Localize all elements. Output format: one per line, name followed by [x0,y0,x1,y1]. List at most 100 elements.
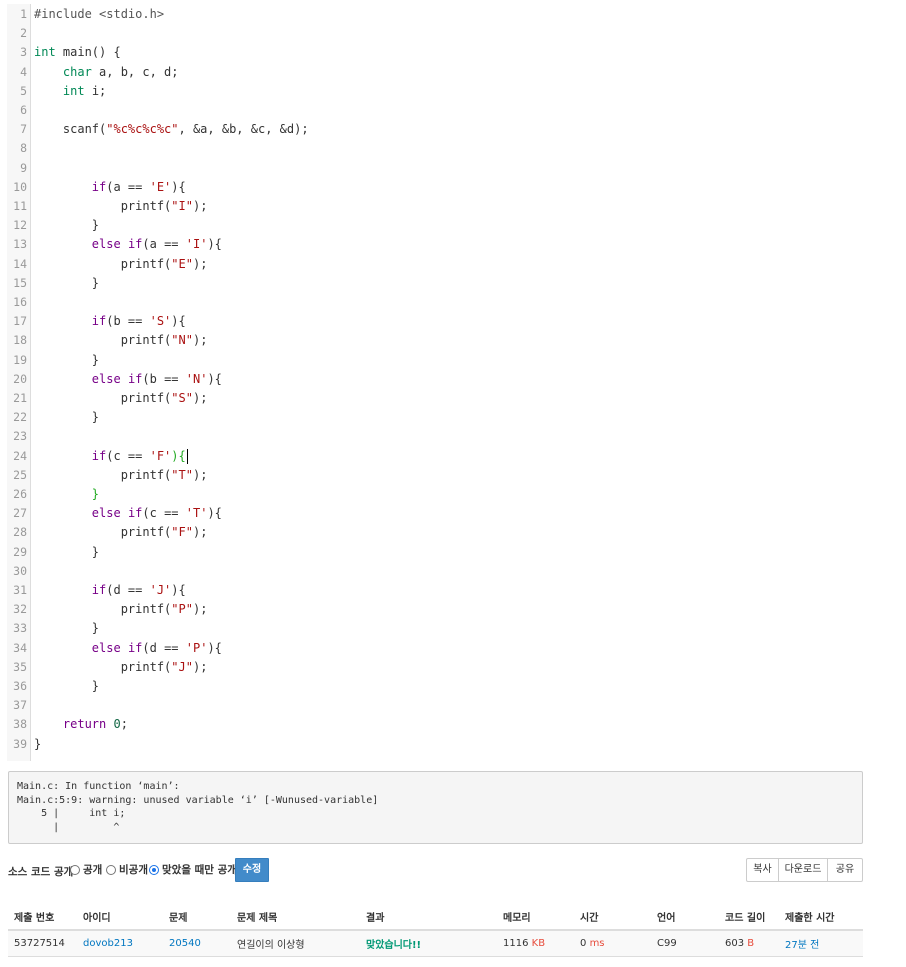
cell-problem-id[interactable]: 20540 [163,930,231,957]
visibility-option-public[interactable]: 공개 [70,862,102,877]
code-editor[interactable]: 1 #include <stdio.h> 2 3 int main() {4 char … [7,4,863,761]
line-number: 8 [20,141,27,156]
line-number: 31 [13,583,27,597]
line-code: printf("E"); [34,256,208,271]
code-line: 13 else if(a == 'I'){ [7,235,863,254]
cell-time: 0 ms [574,930,651,957]
radio-public[interactable] [70,864,80,875]
cell-problem-title: 연길이의 이상형 [231,930,360,957]
edit-visibility-button[interactable]: 수정 [235,858,269,882]
code-line: 18 printf("N"); [7,331,863,350]
header-language: 언어 [651,903,719,931]
code-line: 28 printf("F"); [7,523,863,542]
download-button[interactable]: 다운로드 [778,858,828,882]
code-line: 39} [7,735,863,754]
header-memory: 메모리 [497,903,574,931]
user-id-link[interactable]: dovob213 [83,938,133,949]
line-number: 36 [13,679,27,693]
line-code: } [34,352,100,367]
line-code: printf("N"); [34,333,208,348]
header-time: 시간 [574,903,651,931]
code-line: 4 char a, b, c, d; [7,63,863,82]
cell-user-id[interactable]: dovob213 [77,930,163,957]
code-line: 21 printf("S"); [7,389,863,408]
code-line: 29 } [7,543,863,562]
visibility-option-private[interactable]: 비공개 [106,862,148,877]
line-code: printf("P"); [34,602,208,617]
line-code: } [34,544,100,559]
line-code: char a, b, c, d; [62,64,179,79]
code-line: 36 } [7,677,863,696]
line-number: 3 [20,45,27,60]
line-number: 26 [13,487,27,501]
line-number: 12 [13,218,27,233]
header-problem-title: 문제 제목 [231,903,360,931]
code-line: 8 [7,139,863,158]
code-line: 35 printf("J"); [7,658,863,677]
line-number: 25 [13,467,27,482]
code-line: 5 int i; [7,82,863,101]
cell-code-length: 603 B [719,930,779,957]
copy-button[interactable]: 복사 [746,858,779,882]
submitted-time-link[interactable]: 27분 전 [785,940,819,951]
line-code: else if(d == 'P'){ [91,640,222,655]
line-number: 20 [13,371,27,386]
line-code: } [34,736,42,751]
cell-result: 맞았습니다!! [360,930,497,957]
radio-accepted-only[interactable] [149,864,159,875]
line-code: printf("S"); [34,391,208,405]
line-number: 18 [13,333,27,348]
code-line: 1 #include <stdio.h> [7,5,863,24]
line-number: 6 [20,103,27,117]
share-button[interactable]: 공유 [827,858,863,882]
line-code: int main() { [34,45,121,60]
line-code: if(d == 'J'){ [91,583,186,597]
code-line: 22 } [7,408,863,427]
line-number: 28 [13,525,27,540]
radio-private[interactable] [106,864,116,875]
code-line: 33 } [7,619,863,638]
line-number: 9 [20,160,27,175]
code-line: 15 } [7,274,863,293]
line-number: 35 [13,659,27,674]
visibility-option-accepted-only-label: 맞았을 때만 공개 [162,864,237,876]
code-line: 20 else if(b == 'N'){ [7,370,863,389]
memory-unit: KB [531,937,546,949]
submission-status-table: 제출 번호 아이디 문제 문제 제목 결과 메모리 시간 언어 코드 길이 제출… [8,903,863,957]
code-line: 16 [7,293,863,312]
line-number: 11 [13,199,27,213]
line-code: #include <stdio.h> [34,7,165,21]
line-number: 15 [13,275,27,290]
line-number: 17 [13,314,27,329]
code-length-value: 603 [725,937,745,949]
line-number: 27 [13,506,27,521]
line-number: 19 [13,352,27,367]
time-value: 0 [580,937,587,949]
cell-submitted-time[interactable]: 27분 전 [779,930,863,957]
line-number: 34 [13,640,27,655]
line-code: printf("F"); [34,525,208,540]
code-line: 37 [7,696,863,715]
code-line: 25 printf("T"); [7,466,863,485]
line-code: printf("J"); [34,659,208,674]
header-problem: 문제 [163,903,231,931]
line-number: 10 [13,179,27,194]
code-line: 38 return 0; [7,715,863,734]
problem-id-link[interactable]: 20540 [169,938,201,949]
visibility-option-accepted-only[interactable]: 맞았을 때만 공개 [149,862,237,877]
line-code: } [91,487,100,501]
line-number: 16 [13,295,27,309]
line-number: 30 [13,563,27,578]
line-number: 39 [13,736,27,751]
source-visibility-label: 소스 코드 공개 [8,866,74,878]
line-number: 4 [20,64,27,79]
code-line: 6 [7,101,863,120]
line-code: } [34,218,100,233]
visibility-option-private-label: 비공개 [119,864,148,876]
time-unit: ms [589,937,605,949]
line-number: 21 [13,391,27,405]
line-code: else if(c == 'T'){ [91,506,222,521]
code-line: 12 } [7,216,863,235]
compile-output: Main.c: In function ‘main’: Main.c:5:9: … [8,771,863,844]
line-number: 37 [13,698,27,713]
